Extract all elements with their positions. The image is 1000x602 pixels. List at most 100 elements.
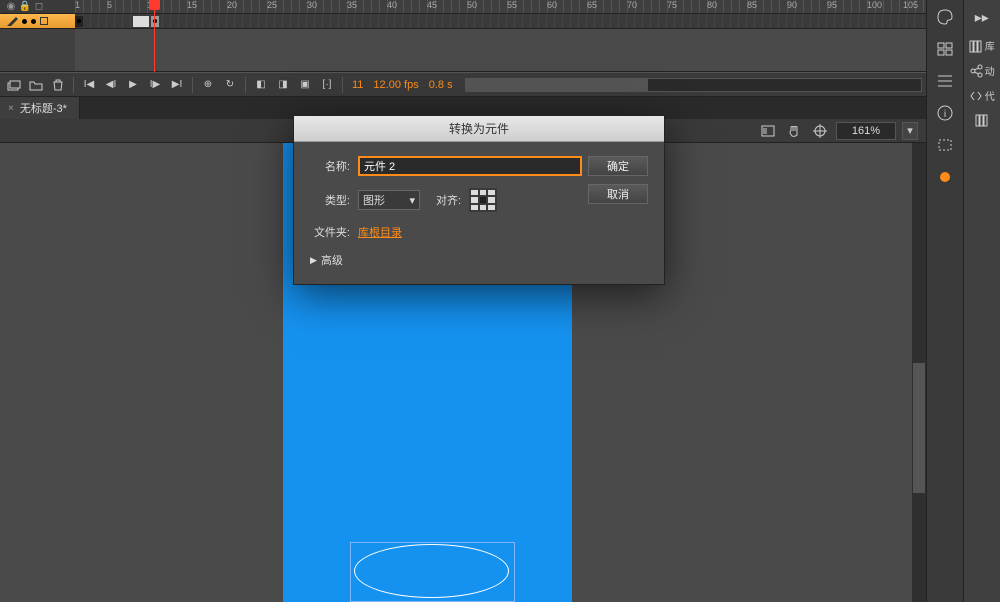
center-frame-icon[interactable]: ⊕	[198, 76, 218, 94]
tick: 100	[867, 0, 882, 10]
tick: 25	[267, 0, 277, 10]
new-layer-icon[interactable]	[4, 76, 24, 94]
books-icon	[969, 39, 983, 53]
lock-icon[interactable]: 🔒	[20, 2, 30, 12]
anim-panel-tab[interactable]: 动	[969, 63, 995, 78]
tick: 50	[467, 0, 477, 10]
visibility-dot[interactable]	[22, 19, 27, 24]
zoom-dropdown-icon[interactable]: ▾	[902, 122, 918, 140]
play-icon[interactable]: ▶	[123, 76, 143, 94]
tick: 75	[667, 0, 677, 10]
keyframe[interactable]	[151, 16, 159, 27]
zoom-value[interactable]: 161%	[836, 122, 896, 140]
timeline-controls: I◀ ◀I ▶ I▶ ▶I ⊕ ↻ ◧ ◨ ▣ [·] 11 12.00 fps…	[0, 72, 926, 97]
cancel-button[interactable]: 取消	[588, 184, 648, 204]
components-panel-tab[interactable]	[975, 113, 989, 127]
pencil-icon	[6, 15, 18, 27]
edit-multiple-icon[interactable]: ▣	[295, 76, 315, 94]
outline-icon[interactable]: ◻	[34, 2, 44, 12]
info-icon[interactable]: i	[934, 102, 956, 124]
keyframe-span[interactable]	[133, 16, 149, 27]
onion-skin-icon[interactable]: ◧	[251, 76, 271, 94]
outline-box[interactable]	[40, 17, 48, 25]
convert-to-symbol-dialog: 转换为元件 确定 取消 名称: 类型: 图形 ▾ 对齐: 文件夹: 库根目录 ▶…	[293, 115, 665, 285]
type-label: 类型:	[310, 192, 350, 208]
align-icon[interactable]	[934, 70, 956, 92]
elapsed-time: 0.8 s	[425, 79, 457, 91]
tick: 60	[547, 0, 557, 10]
folder-label: 文件夹:	[310, 224, 350, 240]
tick: 45	[427, 0, 437, 10]
playhead[interactable]	[154, 0, 155, 72]
svg-text:i: i	[944, 109, 946, 120]
goto-first-icon[interactable]: I◀	[79, 76, 99, 94]
step-back-icon[interactable]: ◀I	[101, 76, 121, 94]
tick: 105	[903, 0, 918, 10]
timeline-track[interactable]	[0, 14, 926, 29]
current-frame[interactable]: 11	[348, 79, 367, 91]
selection-box[interactable]	[350, 542, 515, 602]
ok-button[interactable]: 确定	[588, 156, 648, 176]
right-panel-strip: i ▸▸ 库 动 代	[926, 0, 1000, 602]
dialog-title: 转换为元件	[294, 116, 664, 142]
advanced-toggle[interactable]: ▶ 高级	[310, 252, 648, 268]
code-panel-tab[interactable]: 代	[969, 88, 995, 103]
books-icon	[975, 113, 989, 127]
document-title: 无标题-3*	[20, 100, 67, 116]
tick: 1	[75, 0, 80, 10]
hand-icon[interactable]	[784, 122, 804, 140]
fps-value[interactable]: 12.00 fps	[369, 79, 422, 91]
chevron-down-icon: ▾	[409, 194, 415, 207]
triangle-right-icon: ▶	[310, 255, 317, 266]
tick: 35	[347, 0, 357, 10]
clip-icon[interactable]	[758, 122, 778, 140]
tick: 40	[387, 0, 397, 10]
center-stage-icon[interactable]	[810, 122, 830, 140]
tick: 65	[587, 0, 597, 10]
library-panel-tab[interactable]: 库	[969, 38, 995, 53]
close-tab-icon[interactable]: ×	[8, 103, 14, 114]
brush-icon[interactable]	[934, 166, 956, 188]
track-frames[interactable]	[75, 14, 926, 28]
document-tab[interactable]: × 无标题-3*	[0, 97, 80, 119]
code-icon	[969, 89, 983, 103]
loop-icon[interactable]: ↻	[220, 76, 240, 94]
goto-last-icon[interactable]: ▶I	[167, 76, 187, 94]
folder-link[interactable]: 库根目录	[358, 224, 402, 240]
marker-icon[interactable]: [·]	[317, 76, 337, 94]
transform-icon[interactable]	[934, 134, 956, 156]
tick: 30	[307, 0, 317, 10]
tick: 80	[707, 0, 717, 10]
eye-icon[interactable]: ◉	[6, 2, 16, 12]
panel-menu-icon[interactable]: ▸▸	[971, 6, 993, 28]
tick: 70	[627, 0, 637, 10]
type-select[interactable]: 图形 ▾	[358, 190, 420, 210]
align-label: 对齐:	[436, 192, 461, 208]
tick: 15	[187, 0, 197, 10]
palette-icon[interactable]	[934, 6, 956, 28]
tick: 5	[107, 0, 112, 10]
tick: 95	[827, 0, 837, 10]
swatches-icon[interactable]	[934, 38, 956, 60]
timeline-empty-area	[0, 29, 926, 72]
share-icon	[969, 64, 983, 78]
onion-outline-icon[interactable]: ◨	[273, 76, 293, 94]
tick: 55	[507, 0, 517, 10]
lock-dot[interactable]	[31, 19, 36, 24]
tick: 90	[787, 0, 797, 10]
new-folder-icon[interactable]	[26, 76, 46, 94]
tick: 85	[747, 0, 757, 10]
keyframe[interactable]	[75, 16, 83, 27]
delete-layer-icon[interactable]	[48, 76, 68, 94]
timeline-ruler[interactable]: ◉ 🔒 ◻ 1 5 10 15 20 25 30 35 40 45 50 55 …	[0, 0, 926, 14]
timeline-scrollbar[interactable]	[465, 78, 922, 92]
ruler-head: ◉ 🔒 ◻	[0, 0, 75, 13]
symbol-name-input[interactable]	[358, 156, 582, 176]
tick: 20	[227, 0, 237, 10]
step-fwd-icon[interactable]: I▶	[145, 76, 165, 94]
registration-grid[interactable]	[469, 188, 497, 212]
name-label: 名称:	[310, 158, 350, 174]
track-header[interactable]	[0, 14, 75, 28]
stage-v-scrollbar[interactable]	[912, 143, 926, 602]
ruler-ticks[interactable]: 1 5 10 15 20 25 30 35 40 45 50 55 60 65 …	[75, 0, 926, 13]
